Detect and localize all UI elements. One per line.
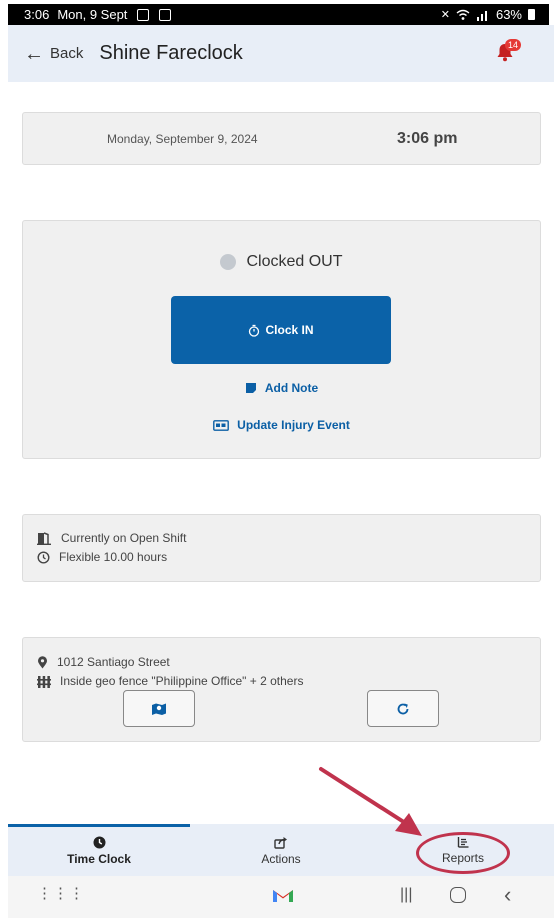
status-date: Mon, 9 Sept <box>57 7 128 22</box>
recent-apps-icon[interactable]: ||| <box>400 886 412 904</box>
mute-icon: ✕ <box>440 9 450 21</box>
hours-text: Flexible 10.00 hours <box>59 550 168 564</box>
status-bar: 3:06 Mon, 9 Sept ✕ 63% <box>8 4 549 25</box>
battery-level: 63% <box>495 7 522 22</box>
address-text: 1012 Santiago Street <box>57 655 170 669</box>
add-note-button[interactable]: Add Note <box>23 381 540 395</box>
back-label: Back <box>50 45 84 62</box>
tab-label: Actions <box>261 852 301 866</box>
status-time: 3:06 <box>24 7 50 22</box>
checkbox-icon <box>159 8 172 21</box>
share-icon <box>274 837 287 849</box>
active-tab-indicator <box>8 824 190 827</box>
system-nav-bar: ⋮⋮⋮ ||| ‹ <box>8 876 554 918</box>
gmail-icon[interactable] <box>272 887 294 904</box>
fence-icon <box>37 675 51 688</box>
gallery-icon <box>137 8 150 21</box>
geofence-text: Inside geo fence "Philippine Office" + 2… <box>60 674 304 688</box>
clock-in-label: Clock IN <box>265 323 314 337</box>
tab-time-clock[interactable]: Time Clock <box>8 836 190 866</box>
stopwatch-icon <box>249 324 260 337</box>
hours-row: Flexible 10.00 hours <box>37 550 167 564</box>
address-row: 1012 Santiago Street <box>37 655 170 669</box>
tab-actions[interactable]: Actions <box>190 836 372 866</box>
clock-in-button[interactable]: Clock IN <box>171 296 391 364</box>
datetime-card: Monday, September 9, 2024 3:06 pm <box>22 112 541 165</box>
annotation-circle <box>416 832 510 874</box>
clock-card: Clocked OUT Clock IN Add Note Update Inj… <box>22 220 541 459</box>
location-card: 1012 Santiago Street Inside geo fence "P… <box>22 637 541 742</box>
map-button[interactable] <box>123 690 195 727</box>
back-button[interactable]: ← Back <box>24 44 83 64</box>
shift-text: Currently on Open Shift <box>61 531 187 545</box>
update-injury-button[interactable]: Update Injury Event <box>23 418 540 432</box>
refresh-button[interactable] <box>367 690 439 727</box>
apps-grid-icon[interactable]: ⋮⋮⋮ <box>37 884 85 902</box>
signal-icon <box>476 10 487 21</box>
home-icon[interactable] <box>450 887 466 903</box>
tab-label: Time Clock <box>67 852 131 866</box>
status-dot <box>220 254 237 270</box>
battery-icon <box>528 9 535 20</box>
shift-row: Currently on Open Shift <box>37 531 186 545</box>
clock-status: Clocked OUT <box>23 253 540 271</box>
current-date: Monday, September 9, 2024 <box>107 131 258 146</box>
page-title: Shine Fareclock <box>99 42 243 64</box>
note-icon <box>245 383 256 393</box>
geofence-row: Inside geo fence "Philippine Office" + 2… <box>37 674 303 688</box>
app-bar: ← Back Shine Fareclock 14 <box>8 25 554 82</box>
injury-card-icon <box>213 419 230 431</box>
clock-status-text: Clocked OUT <box>246 253 343 270</box>
clock-outline-icon <box>37 550 50 564</box>
current-time: 3:06 pm <box>397 129 458 147</box>
door-icon <box>37 531 51 545</box>
wifi-icon <box>456 9 470 20</box>
refresh-icon <box>397 703 409 714</box>
arrow-left-icon: ← <box>24 42 44 65</box>
location-pin-icon <box>38 655 47 668</box>
shift-card: Currently on Open Shift Flexible 10.00 h… <box>22 514 541 582</box>
update-injury-label: Update Injury Event <box>237 418 350 432</box>
clock-icon <box>93 836 105 849</box>
back-nav-icon[interactable]: ‹ <box>504 882 511 908</box>
add-note-label: Add Note <box>264 381 319 395</box>
notification-badge: 14 <box>504 39 521 51</box>
map-icon <box>152 703 166 715</box>
